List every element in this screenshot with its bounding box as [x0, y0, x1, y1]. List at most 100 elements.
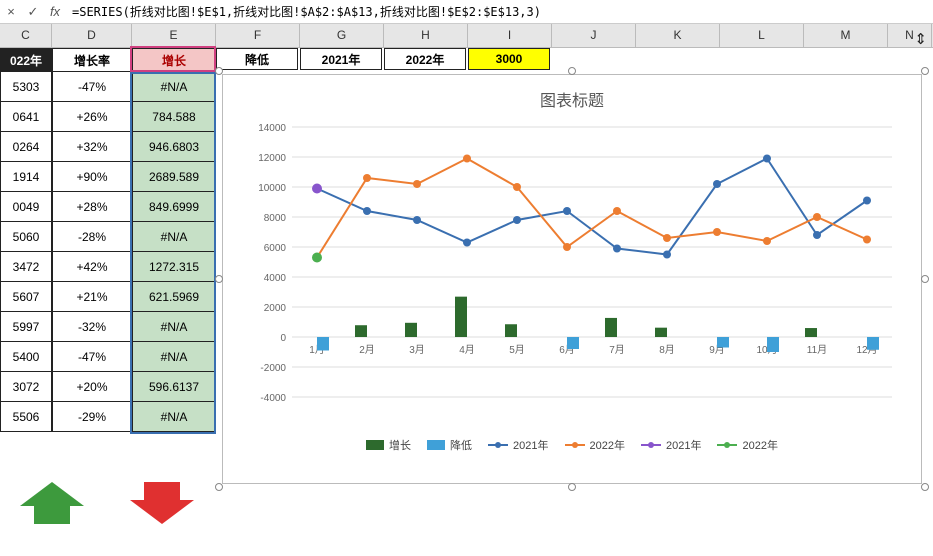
- float-cell-h[interactable]: 2022年: [384, 48, 466, 70]
- cell[interactable]: #N/A: [132, 402, 216, 432]
- cell[interactable]: 5607: [0, 282, 52, 312]
- cell[interactable]: #N/A: [132, 72, 216, 102]
- column-c: 022年 5303 0641 0264 1914 0049 5060 3472 …: [0, 48, 52, 432]
- cell[interactable]: 0264: [0, 132, 52, 162]
- svg-text:4月: 4月: [459, 344, 475, 356]
- svg-text:7月: 7月: [609, 344, 625, 356]
- float-cell-f[interactable]: 降低: [216, 48, 298, 70]
- svg-text:12000: 12000: [258, 153, 286, 164]
- cell[interactable]: #N/A: [132, 342, 216, 372]
- cell[interactable]: -47%: [52, 72, 132, 102]
- cell-header-e[interactable]: 增长: [132, 48, 216, 72]
- legend-label: 2022年: [590, 437, 625, 453]
- cell[interactable]: 3472: [0, 252, 52, 282]
- svg-text:2月: 2月: [359, 344, 375, 356]
- col-header-c[interactable]: C: [0, 24, 52, 47]
- cell[interactable]: 3072: [0, 372, 52, 402]
- cell-header-c[interactable]: 022年: [0, 48, 52, 72]
- cell[interactable]: 849.6999: [132, 192, 216, 222]
- svg-text:0: 0: [280, 333, 286, 344]
- svg-text:10000: 10000: [258, 183, 286, 194]
- cell[interactable]: 2689.589: [132, 162, 216, 192]
- legend-label: 2022年: [742, 437, 777, 453]
- svg-text:8000: 8000: [264, 213, 287, 224]
- cell[interactable]: 5060: [0, 222, 52, 252]
- floating-row: 降低 2021年 2022年 3000: [216, 48, 552, 70]
- chart-svg: -4000-2000020004000600080001000012000140…: [241, 117, 903, 427]
- cell[interactable]: +26%: [52, 102, 132, 132]
- cell[interactable]: 0641: [0, 102, 52, 132]
- svg-text:2000: 2000: [264, 303, 287, 314]
- float-cell-i[interactable]: 3000: [468, 48, 550, 70]
- cell[interactable]: #N/A: [132, 222, 216, 252]
- cell[interactable]: 5506: [0, 402, 52, 432]
- column-d: 增长率 -47% +26% +32% +90% +28% -28% +42% +…: [52, 48, 132, 432]
- float-cell-g[interactable]: 2021年: [300, 48, 382, 70]
- resize-cursor-icon: ⇕: [914, 30, 927, 48]
- col-header-e[interactable]: E: [132, 24, 216, 47]
- legend-2022[interactable]: .leg-item[data-name='legend-2022'] .leg-…: [565, 437, 625, 453]
- cell[interactable]: -47%: [52, 342, 132, 372]
- svg-text:6000: 6000: [264, 243, 287, 254]
- col-header-k[interactable]: K: [636, 24, 720, 47]
- cell[interactable]: -29%: [52, 402, 132, 432]
- cell[interactable]: +42%: [52, 252, 132, 282]
- legend-label: 2021年: [666, 437, 701, 453]
- arrow-shapes: [20, 482, 194, 506]
- cell[interactable]: +20%: [52, 372, 132, 402]
- legend-label: 降低: [450, 437, 472, 453]
- legend-label: 增长: [389, 437, 411, 453]
- cell[interactable]: 5400: [0, 342, 52, 372]
- chart-title[interactable]: 图表标题: [223, 75, 921, 117]
- formula-bar: × ✓ fx =SERIES(折线对比图!$E$1,折线对比图!$A$2:$A$…: [0, 0, 933, 24]
- red-down-arrow-icon[interactable]: [130, 500, 194, 524]
- column-header-row: C D E F G H I J K L M N: [0, 24, 933, 48]
- col-header-j[interactable]: J: [552, 24, 636, 47]
- cell[interactable]: +90%: [52, 162, 132, 192]
- cell[interactable]: -28%: [52, 222, 132, 252]
- confirm-formula-button[interactable]: ✓: [22, 1, 44, 23]
- cell[interactable]: 0049: [0, 192, 52, 222]
- cell[interactable]: +21%: [52, 282, 132, 312]
- col-header-g[interactable]: G: [300, 24, 384, 47]
- fx-button[interactable]: fx: [44, 1, 66, 23]
- legend-reduce[interactable]: 降低: [427, 437, 472, 453]
- cell[interactable]: 5997: [0, 312, 52, 342]
- chart-plot-area[interactable]: -4000-2000020004000600080001000012000140…: [241, 117, 903, 427]
- legend-2021p[interactable]: .leg-item[data-name='legend-2021p'] .leg…: [641, 437, 701, 453]
- cell[interactable]: 946.6803: [132, 132, 216, 162]
- chart-legend[interactable]: 增长 降低 .leg-item[data-name='legend-2021']…: [223, 427, 921, 463]
- cancel-formula-button[interactable]: ×: [0, 1, 22, 23]
- svg-text:11月: 11月: [807, 344, 827, 356]
- svg-text:8月: 8月: [659, 344, 675, 356]
- green-up-arrow-icon[interactable]: [20, 482, 84, 506]
- svg-text:3月: 3月: [409, 344, 425, 356]
- col-header-d[interactable]: D: [52, 24, 132, 47]
- legend-grow[interactable]: 增长: [366, 437, 411, 453]
- cell[interactable]: 1914: [0, 162, 52, 192]
- legend-label: 2021年: [513, 437, 548, 453]
- col-header-h[interactable]: H: [384, 24, 468, 47]
- legend-2022p[interactable]: .leg-item[data-name='legend-2022p'] .leg…: [717, 437, 777, 453]
- cell[interactable]: #N/A: [132, 312, 216, 342]
- legend-2021[interactable]: .leg-item[data-name='legend-2021'] .leg-…: [488, 437, 548, 453]
- svg-text:14000: 14000: [258, 123, 286, 134]
- cell[interactable]: 784.588: [132, 102, 216, 132]
- cell[interactable]: 621.5969: [132, 282, 216, 312]
- cell[interactable]: 1272.315: [132, 252, 216, 282]
- col-header-i[interactable]: I: [468, 24, 552, 47]
- cell[interactable]: -32%: [52, 312, 132, 342]
- cell[interactable]: +28%: [52, 192, 132, 222]
- svg-text:4000: 4000: [264, 273, 287, 284]
- col-header-m[interactable]: M: [804, 24, 888, 47]
- chart-object[interactable]: 图表标题 -4000-20000200040006000800010000120…: [222, 74, 922, 484]
- cell[interactable]: 5303: [0, 72, 52, 102]
- formula-input[interactable]: =SERIES(折线对比图!$E$1,折线对比图!$A$2:$A$13,折线对比…: [66, 3, 933, 20]
- cell[interactable]: 596.6137: [132, 372, 216, 402]
- col-header-l[interactable]: L: [720, 24, 804, 47]
- col-header-f[interactable]: F: [216, 24, 300, 47]
- cell-header-d[interactable]: 增长率: [52, 48, 132, 72]
- svg-text:5月: 5月: [509, 344, 525, 356]
- cell[interactable]: +32%: [52, 132, 132, 162]
- svg-text:-4000: -4000: [260, 393, 286, 404]
